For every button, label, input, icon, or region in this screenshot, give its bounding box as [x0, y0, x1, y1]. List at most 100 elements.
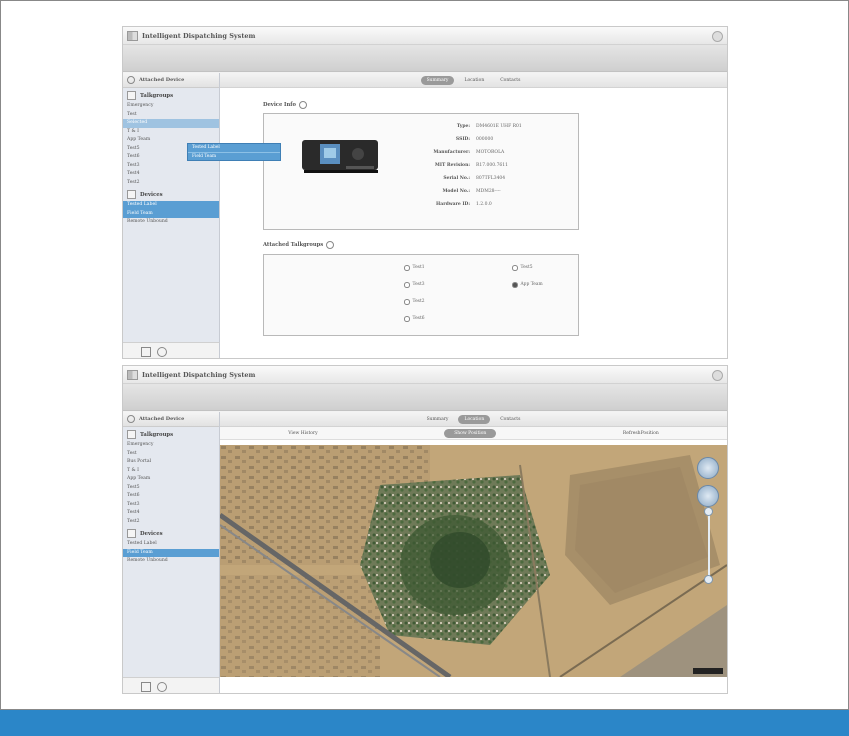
attached-talkgroups-title: Attached Talkgroups [263, 241, 335, 249]
radio-icon [404, 265, 410, 271]
field-value: 1.2.0.0 [476, 202, 492, 207]
sidebar-item-talkgroup[interactable]: App Team [123, 475, 219, 484]
sidebar-item-talkgroup[interactable]: T & I [123, 128, 219, 137]
tab-contacts[interactable]: Contacts [494, 415, 526, 424]
refresh-position-button[interactable]: RefreshPosition [613, 429, 669, 438]
window-close-icon[interactable] [712, 370, 723, 381]
show-position-button[interactable]: Show Position [444, 428, 497, 438]
satellite-imagery [220, 445, 727, 677]
map-zoom-in-icon[interactable] [704, 507, 713, 516]
field-label: Serial No.: [443, 176, 470, 181]
sidebar: Attached Device Talkgroups Emergency Tes… [123, 412, 220, 677]
talkgroups-section[interactable]: Talkgroups [123, 88, 219, 102]
map-rotate-control[interactable] [697, 485, 719, 507]
field-value: 807TFL3404 [476, 176, 506, 181]
sidebar-item-device[interactable]: Field Team [123, 209, 219, 218]
sidebar-item-talkgroup[interactable]: Test3 [123, 501, 219, 510]
radio-icon [404, 282, 410, 288]
sidebar-item-talkgroup[interactable]: T & I [123, 467, 219, 476]
info-icon[interactable] [298, 101, 307, 109]
refresh-icon[interactable] [157, 682, 167, 692]
talkgroup-option[interactable]: Test2 [404, 299, 425, 305]
map-attribution [693, 668, 723, 674]
title-bar: Intelligent Dispatching System [123, 366, 727, 384]
sidebar-item-talkgroup[interactable]: Test5 [123, 484, 219, 493]
talkgroup-option[interactable]: Test3 [404, 282, 425, 288]
device-info-box: Type: DM4601E UHF R01 SSID: 000000 Manuf… [263, 113, 579, 230]
info-icon[interactable] [326, 241, 335, 249]
tab-summary[interactable]: Summary [420, 75, 455, 85]
talkgroup-option-label: App Team [520, 282, 543, 288]
window-close-icon[interactable] [712, 31, 723, 42]
talkgroup-option-selected[interactable]: App Team [512, 282, 543, 288]
devices-section[interactable]: Devices [123, 187, 219, 201]
talkgroup-option-label: Test1 [412, 265, 425, 271]
popup-item[interactable]: Tested Label [188, 144, 280, 152]
tab-bar: Summary Location Contacts [220, 73, 727, 88]
field-value: 000000 [476, 137, 494, 142]
talkgroup-option[interactable]: Test1 [404, 265, 425, 271]
map-pan-control[interactable] [697, 457, 719, 479]
sidebar-item-talkgroup[interactable]: Test4 [123, 170, 219, 179]
field-value: MOTOROLA [476, 150, 505, 155]
device-info-title-label: Device Info [263, 102, 296, 108]
radio-device-image [302, 140, 378, 173]
sidebar-item-device[interactable]: Tested Label [123, 540, 219, 549]
devices-icon [127, 529, 136, 538]
sidebar-header: Attached Device [123, 73, 219, 88]
radio-icon [512, 265, 518, 271]
sidebar-item-device[interactable]: Remote Unbound [123, 557, 219, 566]
talkgroups-section[interactable]: Talkgroups [123, 427, 219, 441]
radio-checked-icon [512, 282, 518, 288]
sidebar-item-talkgroup[interactable]: Test4 [123, 509, 219, 518]
field-label: MIT Revision: [434, 163, 470, 168]
toolbar-ribbon [123, 384, 727, 411]
tab-summary[interactable]: Summary [421, 415, 455, 424]
talkgroup-option-label: Test3 [412, 282, 425, 288]
tab-bar: Summary Location Contacts [220, 412, 727, 427]
sidebar-footer [123, 677, 220, 693]
sidebar-item-talkgroup[interactable]: Test6 [123, 492, 219, 501]
satellite-map[interactable] [220, 445, 727, 677]
tab-location[interactable]: Location [458, 414, 491, 424]
field-label: SSID: [455, 137, 470, 142]
sidebar-item-talkgroup[interactable]: Test [123, 111, 219, 120]
tab-contacts[interactable]: Contacts [494, 76, 526, 85]
map-zoom-out-icon[interactable] [704, 575, 713, 584]
talkgroup-option[interactable]: Test6 [404, 316, 425, 322]
sidebar-item-talkgroup[interactable]: Test2 [123, 518, 219, 527]
context-popup-menu: Tested Label Field Team [187, 143, 281, 161]
devices-section[interactable]: Devices [123, 526, 219, 540]
devices-title: Devices [140, 191, 163, 198]
device-icon [127, 415, 135, 423]
window-title: Intelligent Dispatching System [142, 370, 256, 379]
sidebar-item-talkgroup[interactable]: Test [123, 450, 219, 459]
talkgroup-option[interactable]: Test5 [512, 265, 533, 271]
view-history-button[interactable]: View History [278, 429, 327, 438]
map-zoom-slider[interactable] [708, 509, 710, 579]
field-label: Type: [456, 124, 470, 129]
field-label: Manufacturer: [433, 150, 470, 155]
app-logo-icon [127, 369, 138, 380]
sidebar-item-device-selected[interactable]: Field Team [123, 548, 219, 557]
tab-location[interactable]: Location [458, 76, 490, 85]
attached-talkgroups-box: Test1 Test3 Test2 Test6 Test5 App Team [263, 254, 579, 336]
sidebar-header-label: Attached Device [139, 416, 185, 422]
sidebar-item-device[interactable]: Tested Label [123, 201, 219, 210]
field-value: MDM28---- [476, 189, 501, 194]
window-device-summary: Intelligent Dispatching System Attached … [122, 26, 728, 359]
settings-icon[interactable] [141, 682, 151, 692]
popup-item[interactable]: Field Team [188, 151, 280, 161]
sidebar-item-talkgroup-selected[interactable]: Selected [123, 119, 219, 128]
sidebar-item-talkgroup[interactable]: Bus Portal [123, 458, 219, 467]
sidebar-item-talkgroup[interactable]: Test2 [123, 179, 219, 188]
sidebar-item-device[interactable]: Remote Unbound [123, 218, 219, 227]
device-info-title: Device Info [263, 101, 307, 109]
settings-icon[interactable] [141, 347, 151, 357]
refresh-icon[interactable] [157, 347, 167, 357]
talkgroup-option-label: Test5 [520, 265, 533, 271]
radio-icon [404, 299, 410, 305]
sidebar-item-talkgroup[interactable]: Emergency [123, 102, 219, 111]
sidebar-item-talkgroup[interactable]: Test3 [123, 162, 219, 171]
sidebar-item-talkgroup[interactable]: Emergency [123, 441, 219, 450]
